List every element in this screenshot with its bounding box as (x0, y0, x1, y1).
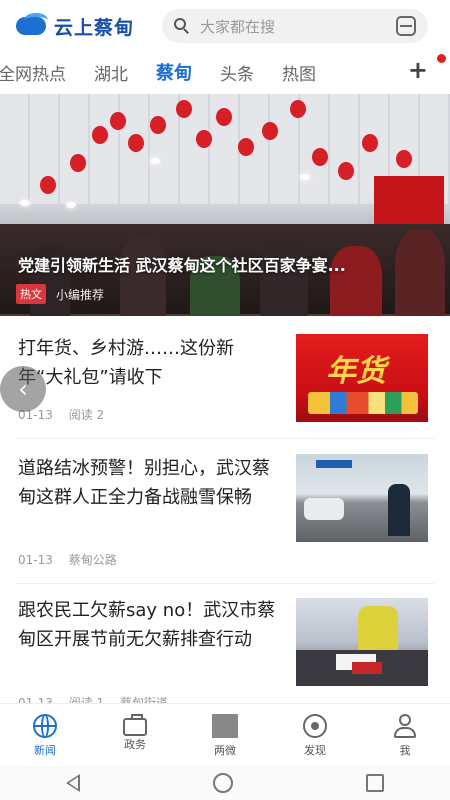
news-thumbnail[interactable]: 年货 (296, 334, 428, 422)
hot-badge: 热文 (16, 284, 46, 304)
tab-hubei[interactable]: 湖北 (80, 60, 142, 85)
hero-title[interactable]: 党建引领新生活 武汉蔡甸这个社区百家争宴... (18, 252, 438, 276)
news-meta: 01-13 蔡甸公路 (18, 551, 129, 568)
logo-text: 云上蔡甸 (54, 16, 135, 39)
nav-label: 发现 (304, 744, 326, 757)
app-logo: 云上蔡甸 (16, 13, 156, 40)
user-icon (393, 714, 417, 738)
nav-me[interactable]: 我 (360, 704, 450, 765)
system-back-icon[interactable] (66, 773, 81, 792)
scan-icon[interactable] (396, 16, 416, 36)
search-bar[interactable]: 大家都在搜 (162, 9, 428, 43)
eye-icon (303, 714, 327, 738)
news-thumbnail[interactable] (296, 454, 428, 542)
bottom-nav: 新闻 政务 两微 发现 我 (0, 703, 450, 765)
divider (16, 438, 434, 439)
nav-label: 我 (399, 744, 411, 757)
system-recents-icon[interactable] (365, 773, 384, 792)
channel-tabs: 全网热点 湖北 蔡甸 头条 热图 + (0, 52, 450, 92)
news-title[interactable]: 打年货、乡村游……这份新年“大礼包”请收下 (18, 334, 276, 392)
system-home-icon[interactable] (212, 772, 233, 793)
briefcase-icon (123, 714, 147, 736)
tab-retu[interactable]: 热图 (268, 60, 330, 85)
nav-discover[interactable]: 发现 (270, 704, 360, 765)
news-source: 蔡甸公路 (68, 553, 117, 567)
nav-liangwei[interactable]: 两微 (180, 704, 270, 765)
divider (16, 583, 434, 584)
search-input[interactable]: 大家都在搜 (200, 16, 396, 37)
thumbnail-text: 年货 (326, 354, 386, 389)
hero-source: 小编推荐 (56, 287, 105, 302)
search-icon (174, 18, 190, 34)
hero-meta: 热文 小编推荐 (16, 284, 104, 304)
tab-quanwang[interactable]: 全网热点 (0, 60, 80, 85)
nav-news[interactable]: 新闻 (0, 704, 90, 765)
nav-label: 政务 (124, 738, 146, 751)
add-channel-button[interactable]: + (408, 56, 428, 84)
news-title[interactable]: 道路结冰预警！别担心，武汉蔡甸这群人正全力备战融雪保畅 (18, 454, 276, 512)
square-icon (212, 714, 238, 738)
news-title[interactable]: 跟农民工欠薪say no！武汉市蔡甸区开展节前无欠薪排查行动 (18, 596, 276, 654)
cloud-logo-icon (16, 13, 50, 39)
hero-banner[interactable]: 党建引领新生活 武汉蔡甸这个社区百家争宴... 热文 小编推荐 (0, 94, 450, 316)
tab-caidian[interactable]: 蔡甸 (142, 59, 206, 85)
app-header: 云上蔡甸 大家都在搜 (0, 0, 450, 52)
news-reads: 阅读 2 (68, 408, 105, 422)
system-navigation-bar (0, 765, 450, 800)
globe-icon (33, 714, 57, 738)
news-thumbnail[interactable] (296, 598, 428, 686)
tab-toutiao[interactable]: 头条 (206, 60, 268, 85)
nav-government[interactable]: 政务 (90, 704, 180, 765)
nav-label: 新闻 (34, 744, 56, 757)
news-date: 01-13 (18, 553, 53, 567)
back-icon[interactable]: ‹ (0, 366, 46, 412)
notification-dot (437, 54, 446, 63)
nav-label: 两微 (214, 744, 236, 757)
